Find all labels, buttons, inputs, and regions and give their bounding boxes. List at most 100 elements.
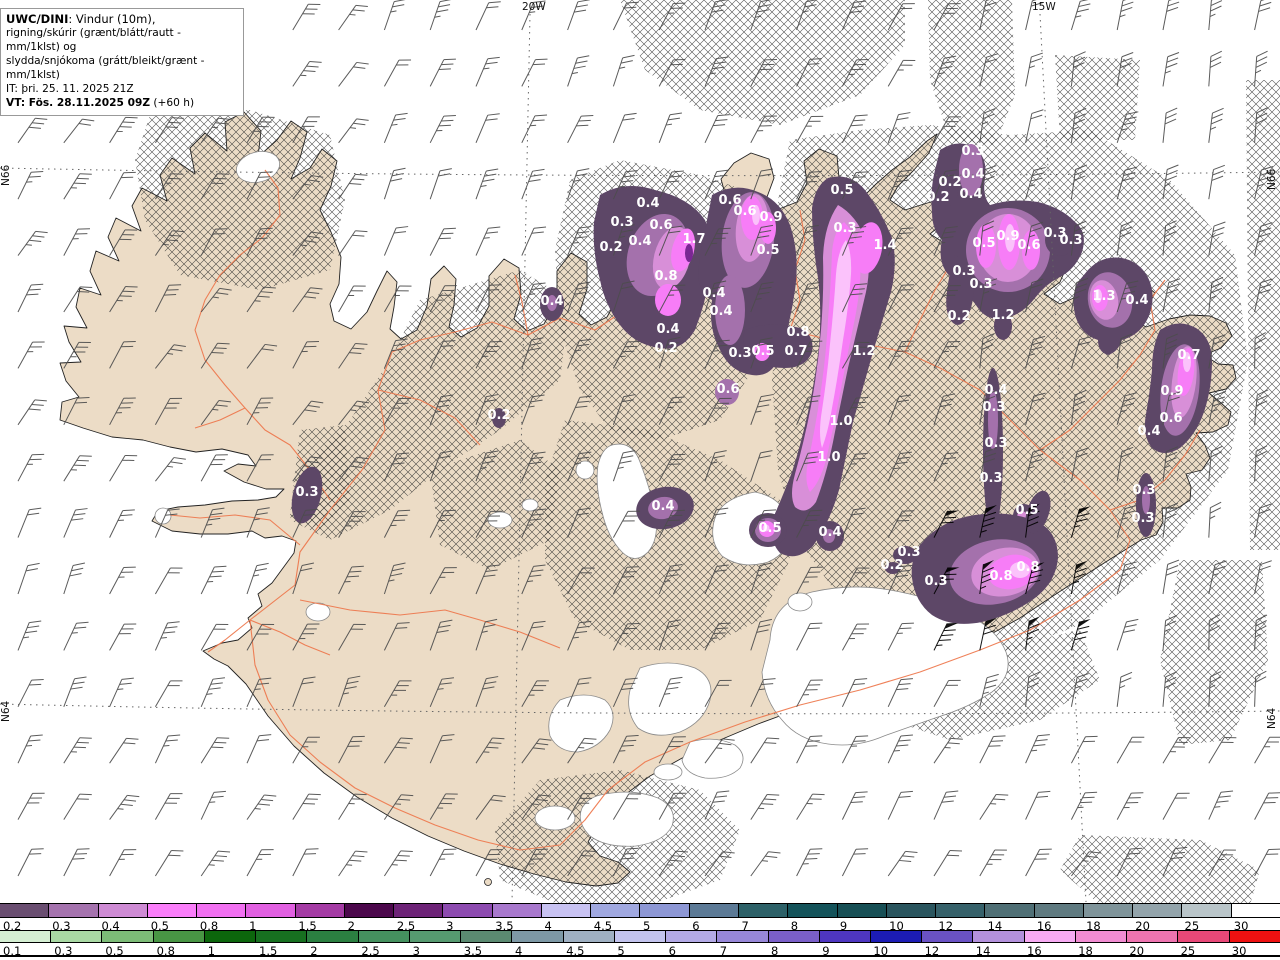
precip-value-label: 0.4 <box>709 304 732 319</box>
colorbar-segment <box>408 931 461 942</box>
colorbar-segment <box>255 931 307 942</box>
colorbar-segment <box>393 904 443 917</box>
colorbar-segment <box>972 931 1024 942</box>
colorbar-segment <box>935 904 985 917</box>
precip-value-label: 0.5 <box>972 236 995 251</box>
precip-value-label: 0.5 <box>758 521 781 536</box>
precip-value-label: 0.7 <box>1177 348 1200 363</box>
precip-value-label: 0.2 <box>926 190 949 205</box>
colorbar-segment <box>491 904 541 917</box>
precip-value-label: 0.3 <box>924 574 947 589</box>
precip-value-label: 0.9 <box>996 229 1019 244</box>
colorbar-segment <box>639 904 689 917</box>
colorbar-segment <box>48 904 98 917</box>
parallel-label: N64 <box>1266 707 1278 729</box>
colorbar-segment <box>1033 904 1083 917</box>
parallel-label: N66 <box>1266 168 1278 190</box>
colorbar-segment <box>737 904 788 917</box>
parallel-label: N64 <box>0 700 12 722</box>
precip-value-label: 0.3 <box>984 436 1007 451</box>
legend-line-sleet: slydda/snjókoma (grátt/bleikt/grænt - mm… <box>6 55 205 82</box>
colorbar-segment <box>767 931 819 942</box>
colorbar-segment <box>1074 931 1127 942</box>
precip-value-label: 0.3 <box>1131 511 1154 526</box>
colorbar-segment <box>245 904 295 917</box>
precip-value-label: 0.8 <box>786 325 809 340</box>
precip-value-label: 0.8 <box>1016 560 1039 575</box>
colorbar-segment <box>984 904 1034 917</box>
legend-valid-time: VT: Fös. 28.11.2025 09Z (+60 h) <box>6 97 195 110</box>
precip-value-label: 0.2 <box>947 309 970 324</box>
colorbar-segment <box>152 931 204 942</box>
colorbar-segment <box>921 931 973 942</box>
colorbar-segment <box>294 904 344 917</box>
precip-value-label: 0.8 <box>989 569 1012 584</box>
weather-forecast-map: 20W 15W N66 N66 N64 N64 0.4 0.3 0.6 0.4 0.2 1.7 0.8… <box>0 0 1280 960</box>
colorbar-segment <box>869 931 922 942</box>
precip-value-label: 1.0 <box>829 414 852 429</box>
forecast-legend: UWC/DINI: Vindur (10m), rigning/skúrir (… <box>0 8 244 116</box>
precip-value-label: 0.3 <box>610 215 633 230</box>
colorbar-segment <box>460 931 512 942</box>
precip-value-label: 0.3 <box>833 221 856 236</box>
precip-value-label: 0.3 <box>961 144 984 159</box>
precip-value-label: 0.4 <box>702 286 725 301</box>
precip-value-label: 0.3 <box>295 485 318 500</box>
colorbar-segment <box>0 904 49 917</box>
precip-value-label: 0.4 <box>959 187 982 202</box>
colorbar-segment <box>357 931 409 942</box>
colorbar-segment <box>1230 904 1280 917</box>
precip-value-label: 0.9 <box>1160 384 1183 399</box>
precip-value-label: 0.5 <box>751 344 774 359</box>
precip-value-label: 0.4 <box>961 167 984 182</box>
precip-value-label: 0.2 <box>487 408 510 423</box>
parallel-label: N66 <box>0 164 12 186</box>
precip-value-label: 0.6 <box>733 204 756 219</box>
legend-line-model: UWC/DINI: Vindur (10m), <box>6 12 156 26</box>
precip-value-label: 1.7 <box>682 232 705 247</box>
colorbar-segment <box>1181 904 1231 917</box>
precip-value-label: 1.2 <box>852 344 875 359</box>
colorbar-segment <box>818 931 870 942</box>
colorbar-segment <box>97 904 147 917</box>
precip-value-label: 1.0 <box>817 450 840 465</box>
precip-value-label: 0.2 <box>880 558 903 573</box>
precip-value-label: 0.6 <box>1017 238 1040 253</box>
legend-line-rain: rigning/skúrir (grænt/blátt/rautt - mm/1… <box>6 27 181 54</box>
colorbar-segment <box>196 904 246 917</box>
precip-value-label: 0.2 <box>938 175 961 190</box>
precip-value-label: 0.3 <box>969 277 992 292</box>
precip-value-label: 0.4 <box>1137 424 1160 439</box>
precip-value-label: 0.5 <box>830 183 853 198</box>
precip-value-label: 0.4 <box>984 383 1007 398</box>
colorbar-sleet-snow <box>0 903 1280 918</box>
colorbar-segment <box>511 931 563 942</box>
colorbar-segment <box>665 931 717 942</box>
meridian-label: 20W <box>522 1 546 13</box>
colorbar-segment <box>716 931 768 942</box>
colorbar-segment <box>1126 931 1178 942</box>
map-canvas: 20W 15WN66 N66N64 N64 0.40.3 0.60.40.21.70.8… <box>0 0 1280 905</box>
colorbar-segment <box>836 904 886 917</box>
model-name: UWC/DINI <box>6 12 69 26</box>
colorbar-segment <box>540 904 591 917</box>
colorbar-segment <box>613 931 666 942</box>
colorbar-segment <box>0 931 51 942</box>
colorbar-segment <box>562 931 614 942</box>
precip-value-label: 0.3 <box>979 471 1002 486</box>
colorbar-rain-labels: 0.1 0.3 0.5 0.8 1 1.5 2 2.5 3 3.5 4 4.5 5 6 7 8 9 10 12 14 1… <box>0 944 1280 958</box>
precip-value-label: 0.4 <box>651 499 674 514</box>
precip-value-label: 0.3 <box>1059 233 1082 248</box>
colorbar-segment <box>1228 931 1280 942</box>
colorbar-rain <box>0 930 1280 943</box>
precip-value-label: 1.3 <box>1092 289 1115 304</box>
precip-value-label: 1.2 <box>991 308 1014 323</box>
precip-value-label: 0.5 <box>1015 503 1038 518</box>
colorbar-segment <box>590 904 640 917</box>
colorbar-segment <box>203 931 256 942</box>
colorbar-segment <box>1177 931 1229 942</box>
precip-value-label: 0.9 <box>759 210 782 225</box>
precip-value-label: 0.3 <box>1132 483 1155 498</box>
precip-value-label: 0.4 <box>818 525 841 540</box>
colorbar-segment <box>343 904 394 917</box>
